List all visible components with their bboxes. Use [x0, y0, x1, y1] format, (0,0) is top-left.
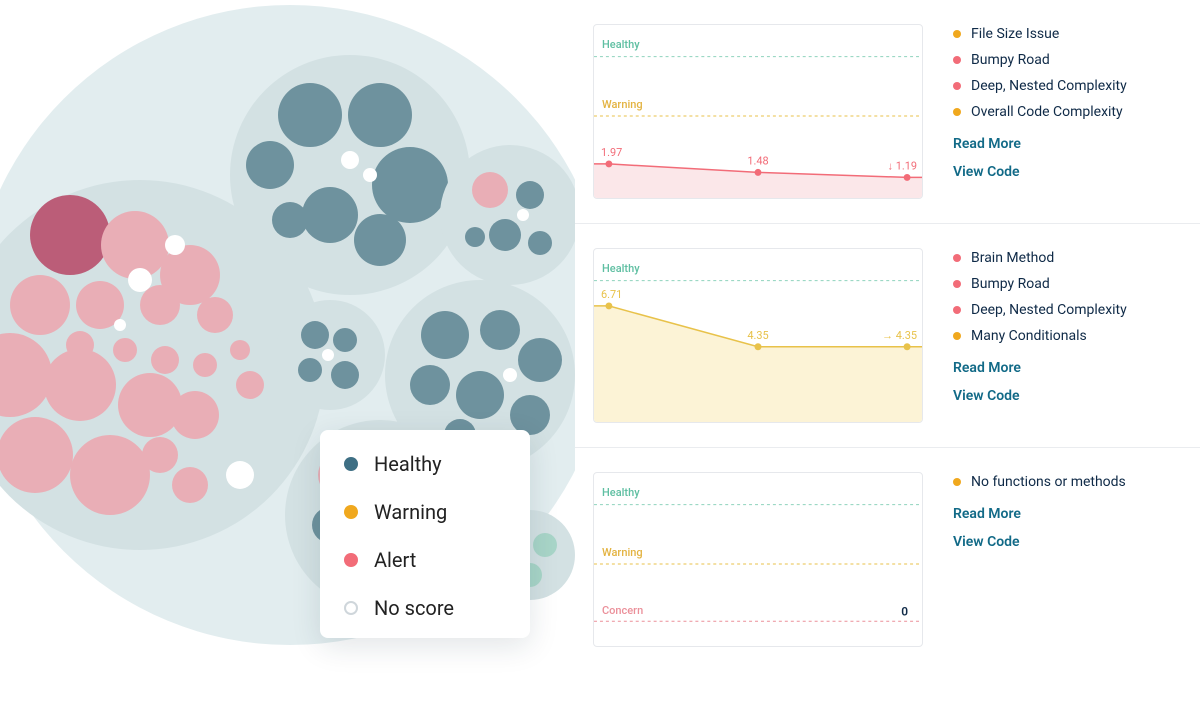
issue-label: Bumpy Road [971, 276, 1050, 292]
legend-item-healthy: Healthy [344, 452, 506, 476]
issue-label: Overall Code Complexity [971, 104, 1123, 120]
issue-label: File Size Issue [971, 26, 1059, 42]
severity-dot-icon [953, 30, 961, 38]
read-more-link[interactable]: Read More [953, 360, 1168, 376]
svg-text:4.35: 4.35 [747, 329, 768, 342]
issue-item: Bumpy Road [953, 276, 1168, 292]
view-code-link[interactable]: View Code [953, 164, 1168, 180]
issue-item: Deep, Nested Complexity [953, 302, 1168, 318]
severity-dot-icon [953, 82, 961, 90]
legend-label: Warning [374, 500, 447, 524]
issue-item: Many Conditionals [953, 328, 1168, 344]
health-sparkline: 6.714.35→ 4.35Healthy [593, 248, 923, 423]
issue-label: Deep, Nested Complexity [971, 78, 1127, 94]
svg-text:↓ 1.19: ↓ 1.19 [888, 160, 917, 173]
noscore-dot-icon [344, 601, 358, 615]
severity-dot-icon [953, 332, 961, 340]
issue-item: Deep, Nested Complexity [953, 78, 1168, 94]
svg-text:6.71: 6.71 [601, 288, 622, 301]
read-more-link[interactable]: Read More [953, 136, 1168, 152]
legend-item-noscore: No score [344, 596, 506, 620]
file-card: 1.971.48↓ 1.19HealthyWarningFile Size Is… [575, 0, 1200, 224]
legend-label: Healthy [374, 452, 442, 476]
read-more-link[interactable]: Read More [953, 506, 1168, 522]
legend-card: Healthy Warning Alert No score [320, 430, 530, 638]
issue-item: Bumpy Road [953, 52, 1168, 68]
severity-dot-icon [953, 56, 961, 64]
legend-item-alert: Alert [344, 548, 506, 572]
file-meta: Brain Method Bumpy Road Deep, Nested Compl… [953, 248, 1168, 423]
legend-label: No score [374, 596, 454, 620]
healthy-dot-icon [344, 457, 358, 471]
issue-item: Brain Method [953, 250, 1168, 266]
issue-label: No functions or methods [971, 474, 1126, 490]
severity-dot-icon [953, 108, 961, 116]
alert-dot-icon [344, 553, 358, 567]
legend-label: Alert [374, 548, 416, 572]
issue-item: Overall Code Complexity [953, 104, 1168, 120]
issue-label: Many Conditionals [971, 328, 1087, 344]
svg-text:1.48: 1.48 [747, 155, 768, 168]
legend-item-warning: Warning [344, 500, 506, 524]
severity-dot-icon [953, 254, 961, 262]
svg-text:→ 4.35: → 4.35 [882, 329, 917, 342]
issue-item: File Size Issue [953, 26, 1168, 42]
severity-dot-icon [953, 306, 961, 314]
file-meta: No functions or methods Read More View Cod… [953, 472, 1168, 647]
severity-dot-icon [953, 280, 961, 288]
issue-label: Brain Method [971, 250, 1054, 266]
health-sparkline: 1.971.48↓ 1.19HealthyWarning [593, 24, 923, 199]
warning-dot-icon [344, 505, 358, 519]
view-code-link[interactable]: View Code [953, 388, 1168, 404]
file-card: 0HealthyWarningConcernNo functions or me… [575, 448, 1200, 671]
issue-label: Bumpy Road [971, 52, 1050, 68]
file-health-list: 1.971.48↓ 1.19HealthyWarningFile Size Is… [575, 0, 1200, 671]
svg-text:1.97: 1.97 [601, 146, 622, 159]
severity-dot-icon [953, 478, 961, 486]
view-code-link[interactable]: View Code [953, 534, 1168, 550]
issue-item: No functions or methods [953, 474, 1168, 490]
file-meta: File Size Issue Bumpy Road Deep, Nested Co… [953, 24, 1168, 199]
health-sparkline: 0HealthyWarningConcern [593, 472, 923, 647]
svg-text:0: 0 [901, 604, 908, 618]
issue-label: Deep, Nested Complexity [971, 302, 1127, 318]
hotspot-bubble-chart [0, 0, 630, 665]
file-card: 6.714.35→ 4.35HealthyBrain MethodBumpy R… [575, 224, 1200, 448]
